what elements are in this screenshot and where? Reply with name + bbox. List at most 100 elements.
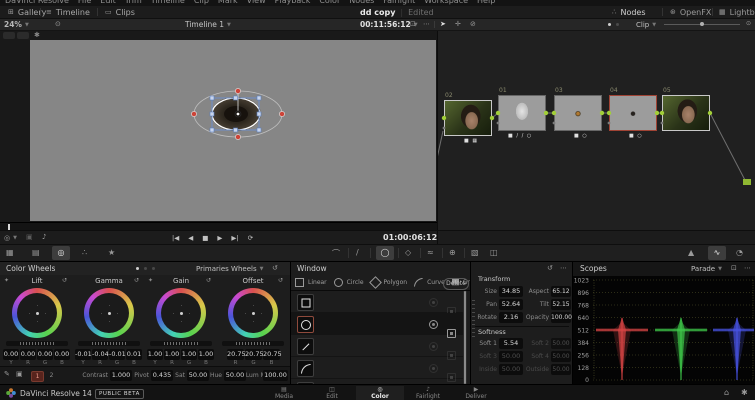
settings-icon[interactable]: ✱: [741, 388, 748, 397]
page-dot-active[interactable]: [608, 23, 611, 26]
outside-value[interactable]: 50.00: [551, 364, 571, 375]
motion-effects-palette-icon[interactable]: ★: [108, 248, 115, 257]
window-row-curve[interactable]: [291, 357, 463, 382]
scope-mode-select[interactable]: Parade ▼: [691, 262, 722, 275]
wheels-tab-2[interactable]: 2: [46, 371, 57, 380]
lift-y-value[interactable]: 0.00: [3, 349, 19, 360]
viewer-zoom-select[interactable]: 24% ▼: [4, 19, 29, 30]
play-button[interactable]: ▶: [217, 234, 222, 242]
viewer-canvas[interactable]: [30, 40, 436, 221]
offset-wheel[interactable]: [228, 288, 278, 338]
linear-tool-label[interactable]: Linear: [308, 279, 327, 286]
cursor-tool-icon[interactable]: ➤: [440, 20, 446, 28]
stereo-palette-icon[interactable]: ◫: [490, 248, 498, 257]
key-palette-icon[interactable]: ⊕: [449, 248, 456, 257]
rgb-mixer-palette-icon[interactable]: ∴: [82, 248, 87, 257]
camera-raw-palette-icon[interactable]: ▦: [6, 248, 14, 257]
pencil-icon[interactable]: ✎: [4, 370, 10, 378]
menu-playback[interactable]: Playback: [275, 0, 311, 5]
lift-b-value[interactable]: 0.00: [54, 349, 70, 360]
delete-window-button[interactable]: Delete: [443, 278, 469, 290]
viewer-timecode-select[interactable]: 00:11:56:12 ▼: [360, 19, 418, 30]
viewer-option-button[interactable]: [17, 32, 29, 39]
menu-clip[interactable]: Clip: [194, 0, 209, 5]
soft2-value[interactable]: 50.00: [551, 338, 571, 349]
hue-value[interactable]: 50.00: [224, 370, 246, 381]
menu-app[interactable]: DaVinci Resolve: [5, 0, 69, 5]
gain-y-value[interactable]: 1.00: [147, 349, 163, 360]
wheels-mode-select[interactable]: Primaries Wheels ▼: [196, 262, 263, 275]
node-03-thumbnail[interactable]: [554, 95, 602, 131]
wheels-page-dot[interactable]: [144, 267, 147, 270]
window-active-indicator[interactable]: [429, 364, 438, 373]
wheels-page-dot-active[interactable]: [136, 267, 139, 270]
gain-master-wheel[interactable]: [150, 341, 212, 346]
menu-view[interactable]: View: [247, 0, 266, 5]
nodes-panel-button[interactable]: ∴ Nodes: [612, 6, 646, 18]
window-row-polygon[interactable]: [291, 335, 463, 360]
qualifier-palette-icon[interactable]: /: [356, 248, 359, 257]
node-zoom-reset-icon[interactable]: ⊙: [746, 20, 751, 27]
lift-reset-icon[interactable]: ↺: [62, 277, 67, 284]
gamma-wheel[interactable]: [84, 288, 134, 338]
skip-end-button[interactable]: ▶|: [231, 234, 238, 242]
size-value[interactable]: 34.85: [499, 286, 523, 297]
lift-g-value[interactable]: 0.00: [37, 349, 53, 360]
menu-file[interactable]: File: [78, 0, 91, 5]
inside-value[interactable]: 50.00: [499, 364, 523, 375]
offset-r-value[interactable]: 20.75: [227, 349, 246, 360]
more-options-icon[interactable]: ⋯: [423, 20, 430, 28]
transform-reset-icon[interactable]: ↺: [547, 264, 553, 272]
linear-shape-icon[interactable]: [295, 278, 304, 287]
circle-tool-label[interactable]: Circle: [347, 279, 364, 286]
tab-fairlight[interactable]: ♪ Fairlight: [404, 386, 452, 400]
menu-workspace[interactable]: Workspace: [424, 0, 468, 5]
pan-value[interactable]: 52.64: [499, 299, 523, 310]
gamma-y-value[interactable]: -0.01: [75, 349, 92, 360]
polygon-tool-label[interactable]: Polygon: [384, 279, 408, 286]
tilt-value[interactable]: 52.15: [551, 299, 571, 310]
clock-icon[interactable]: ◔: [736, 248, 743, 257]
soft3-value[interactable]: 50.00: [499, 351, 523, 362]
node-04-thumbnail-selected[interactable]: [609, 95, 657, 131]
color-match-palette-icon[interactable]: ▤: [32, 248, 40, 257]
window-active-indicator[interactable]: [429, 298, 438, 307]
tab-media[interactable]: ▤ Media: [260, 386, 308, 400]
curves-palette-icon[interactable]: ⌒: [332, 248, 340, 259]
node-05-thumbnail[interactable]: [662, 95, 710, 131]
tracker-palette-icon[interactable]: ◇: [405, 248, 411, 257]
menu-timeline[interactable]: Timeline: [151, 0, 185, 5]
menu-color[interactable]: Color: [319, 0, 340, 5]
tab-deliver[interactable]: ▶ Deliver: [452, 386, 500, 400]
offset-master-wheel[interactable]: [222, 341, 284, 346]
skip-start-button[interactable]: |◀: [172, 234, 179, 242]
stop-button[interactable]: ■: [202, 234, 208, 242]
grab-tool-icon[interactable]: ✛: [455, 20, 461, 28]
opacity-value[interactable]: 100.00: [551, 312, 572, 323]
gamma-reset-icon[interactable]: ↺: [134, 277, 139, 284]
node-02-thumbnail[interactable]: [444, 100, 492, 136]
gain-g-value[interactable]: 1.00: [181, 349, 197, 360]
wheels-tab-1[interactable]: 1: [31, 371, 44, 382]
auto-mode-icon[interactable]: ▣: [16, 370, 23, 378]
home-icon[interactable]: ⌂: [724, 388, 729, 397]
viewer-gear-icon[interactable]: ✱: [34, 31, 40, 39]
contrast-value[interactable]: 1.000: [110, 370, 132, 381]
polygon-shape-icon[interactable]: [368, 276, 382, 289]
viewer-mode-button[interactable]: ◎ ▼: [4, 231, 17, 244]
expand-icon[interactable]: ⊡: [410, 20, 416, 28]
aspect-value[interactable]: 65.12: [551, 286, 571, 297]
soft4-value[interactable]: 50.00: [551, 351, 571, 362]
node-zoom-slider-handle[interactable]: [700, 22, 704, 26]
gamma-master-wheel[interactable]: [78, 341, 140, 346]
gamma-r-value[interactable]: -0.04: [92, 349, 109, 360]
soft1-value[interactable]: 5.54: [499, 338, 523, 349]
circle-shape-icon[interactable]: [333, 278, 343, 287]
menu-mark[interactable]: Mark: [218, 0, 238, 5]
sizing-palette-icon[interactable]: ▧: [471, 248, 479, 257]
lightbox-panel-button[interactable]: ▦ Lightbox: [719, 6, 755, 18]
wheels-reset-icon[interactable]: ↺: [272, 264, 278, 272]
node-editor[interactable]: 02 01 03 04 05 ■ ▦ ■ / / ○ ■ ○ ■ ○: [437, 31, 755, 230]
lift-r-value[interactable]: 0.00: [20, 349, 36, 360]
gain-reset-icon[interactable]: ↺: [206, 277, 211, 284]
